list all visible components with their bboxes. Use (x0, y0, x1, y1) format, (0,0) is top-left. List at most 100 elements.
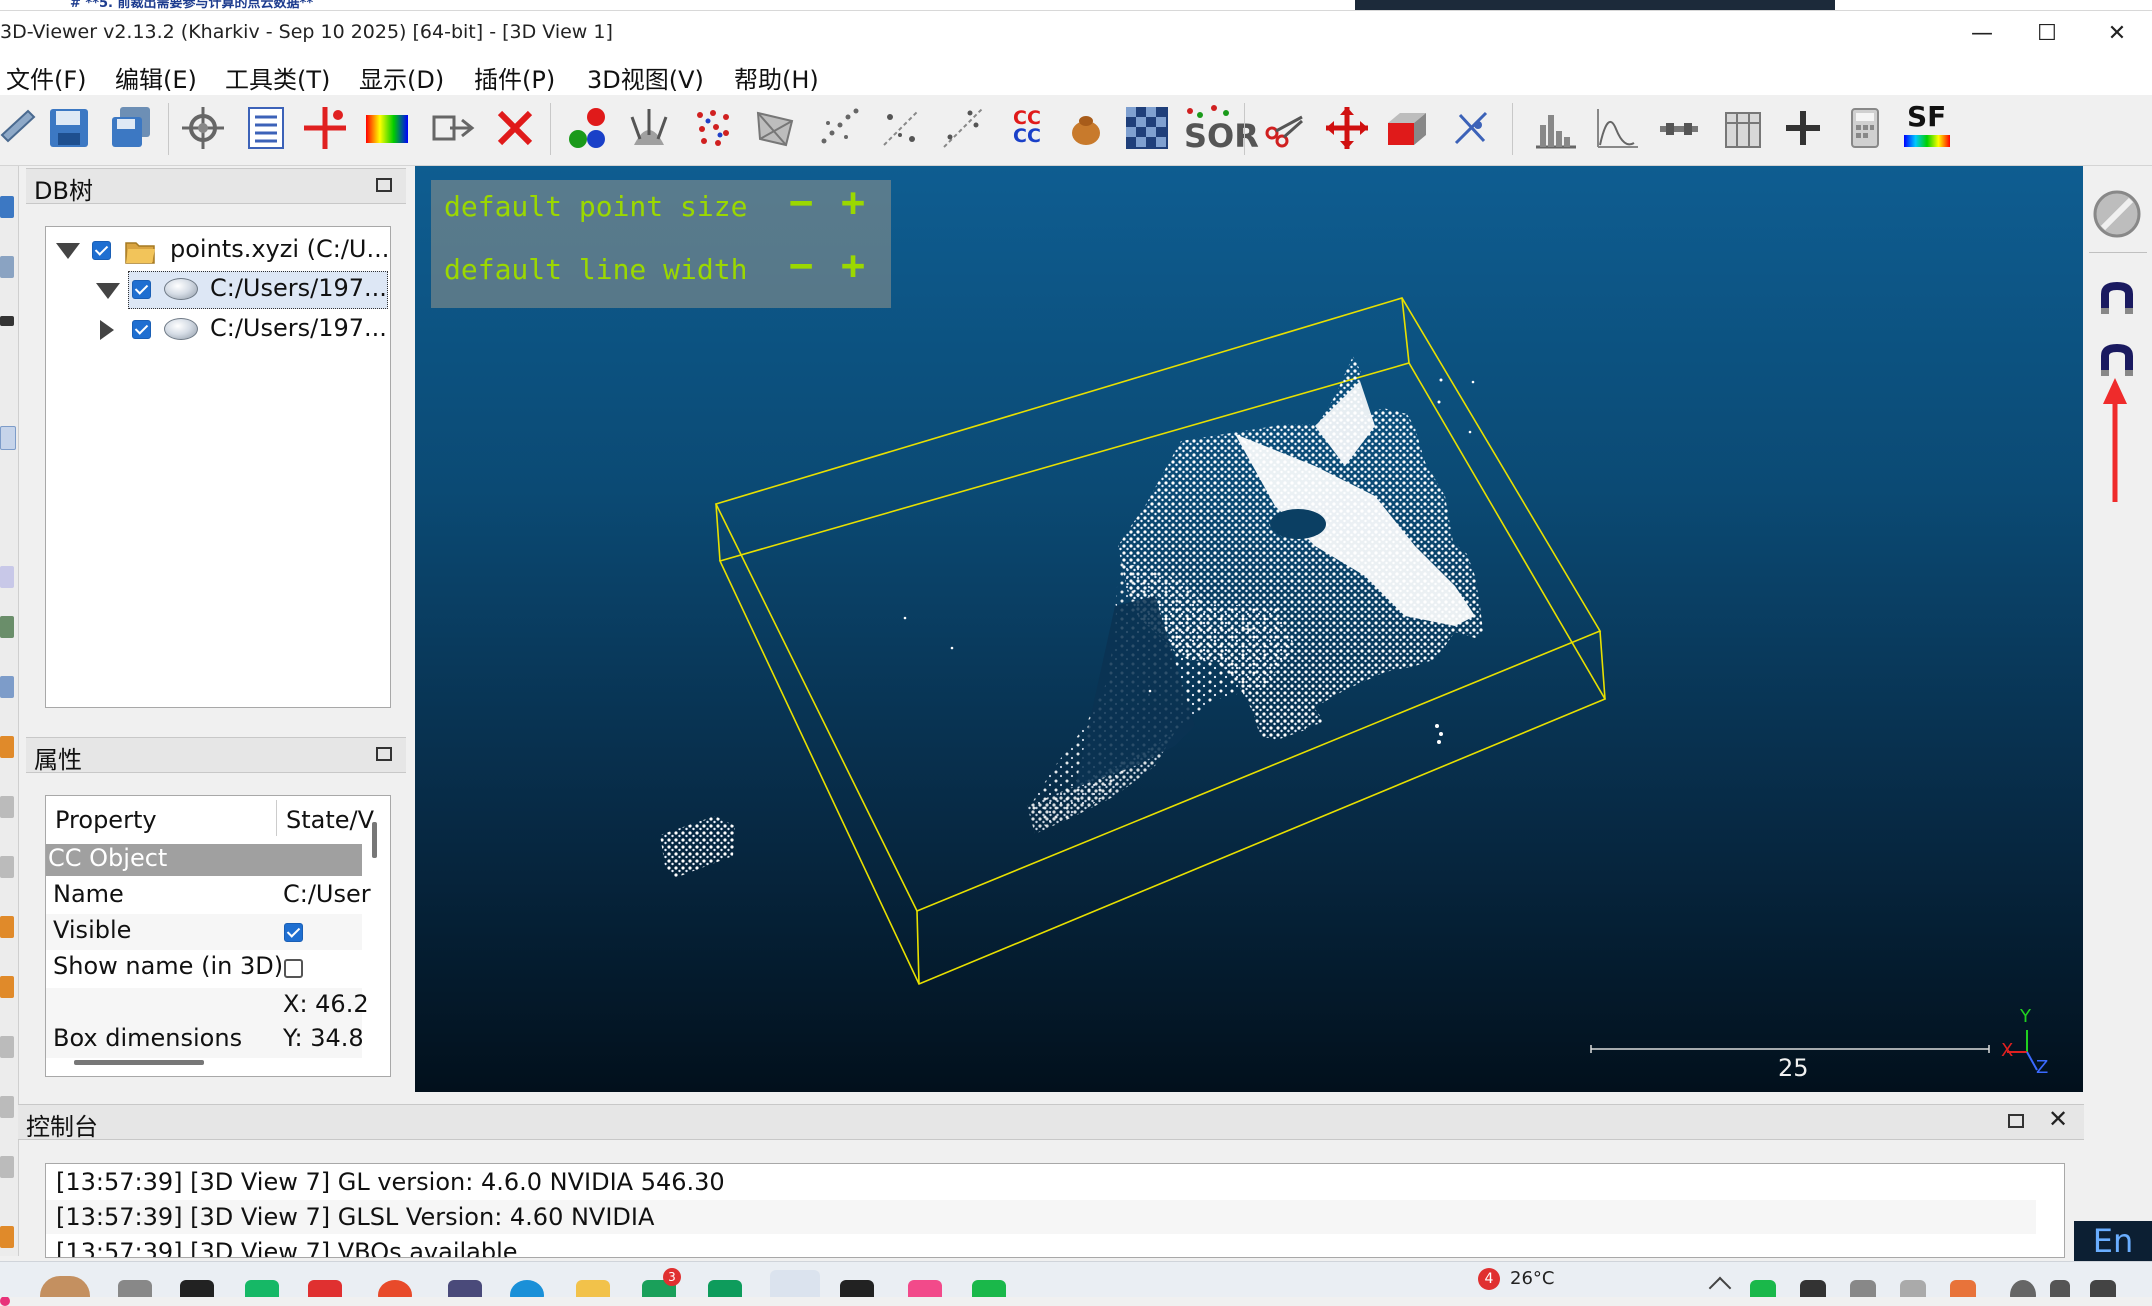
visibility-checkbox[interactable] (92, 241, 111, 260)
prop-name-value[interactable]: C:/User (283, 880, 371, 908)
taskbar-avatar[interactable] (40, 1276, 90, 1297)
delete-icon[interactable] (492, 105, 538, 151)
strip-perspective-icon[interactable] (0, 616, 14, 638)
tree-item-cloud-1[interactable]: C:/Users/197... (46, 271, 388, 309)
strip-top-view-icon[interactable] (0, 976, 14, 998)
strip-right-view-icon[interactable] (0, 916, 14, 938)
taskbar-wechat-icon[interactable] (972, 1280, 1006, 1297)
registration-icon[interactable] (1448, 105, 1494, 151)
magnet-icon[interactable] (2097, 342, 2137, 378)
prop-show-name-checkbox[interactable] (284, 959, 303, 978)
distance-icon[interactable] (878, 105, 924, 151)
line-width-increase-button[interactable]: + (841, 243, 865, 289)
close-button[interactable]: ✕ (2082, 11, 2152, 55)
strip-back-view-icon[interactable] (0, 796, 14, 818)
strip-zoom-icon[interactable] (0, 676, 14, 698)
strip-iso-view-icon[interactable] (0, 1096, 14, 1118)
strip-front-view-icon[interactable] (0, 736, 14, 758)
taskbar-app-icon[interactable] (180, 1280, 214, 1297)
filter-by-value-icon[interactable] (1656, 105, 1702, 151)
normals-icon[interactable] (626, 105, 672, 151)
taskbar-app-icon[interactable] (245, 1280, 279, 1297)
horizontal-scrollbar[interactable] (74, 1060, 204, 1065)
translate-icon[interactable] (1324, 105, 1370, 151)
strip-line-icon[interactable] (0, 316, 14, 326)
strip-bottom-view-icon[interactable] (0, 1036, 14, 1058)
vertical-scrollbar[interactable] (372, 822, 377, 858)
tray-app-icon[interactable] (1950, 1280, 1976, 1297)
menu-3d-view[interactable]: 3D视图(V) (587, 60, 704, 95)
taskbar-active-app[interactable] (770, 1270, 820, 1297)
taskbar-app-icon[interactable] (908, 1280, 942, 1297)
menu-edit[interactable]: 编辑(E) (115, 60, 197, 95)
minimize-button[interactable]: — (1947, 11, 2017, 55)
properties-float-icon[interactable] (376, 747, 392, 761)
sor-filter-icon[interactable]: SOR (1184, 103, 1259, 155)
color-scale-icon[interactable] (364, 105, 410, 151)
wifi-icon[interactable] (2010, 1280, 2036, 1297)
taskbar-app-icon[interactable] (118, 1280, 152, 1297)
point-size-increase-button[interactable]: + (841, 180, 865, 226)
taskbar-app-icon[interactable] (708, 1280, 742, 1297)
list-icon[interactable] (243, 105, 289, 151)
cloud-mesh-distance-icon[interactable] (940, 105, 986, 151)
prop-visible-checkbox[interactable] (284, 923, 303, 942)
disable-icon[interactable] (2091, 188, 2143, 240)
sf-colorscale-icon[interactable]: SF (1904, 103, 1952, 149)
strip-record-icon[interactable] (0, 1296, 10, 1306)
taskbar-edge-icon[interactable] (510, 1280, 544, 1297)
collapse-arrow-icon[interactable] (56, 243, 80, 259)
strip-camera-icon[interactable] (0, 256, 14, 278)
checkerboard-icon[interactable] (1124, 105, 1170, 151)
db-tree-float-icon[interactable] (376, 178, 392, 192)
tray-app-icon[interactable] (1800, 1280, 1826, 1297)
point-size-decrease-button[interactable]: − (789, 180, 813, 226)
strip-ortho-icon[interactable] (0, 566, 14, 588)
tray-expand-icon[interactable] (1708, 1276, 1732, 1297)
line-width-decrease-button[interactable]: − (789, 243, 813, 289)
taskbar-app-icon[interactable] (448, 1280, 482, 1297)
3d-view[interactable]: 25 Y X Z default point size − + default … (415, 166, 2083, 1092)
taskbar-folder-icon[interactable] (576, 1280, 610, 1297)
strip-view-icon[interactable] (0, 196, 14, 218)
segment-out-icon[interactable] (430, 105, 476, 151)
console-close-icon[interactable]: ✕ (2048, 1105, 2068, 1133)
open-icon[interactable] (0, 105, 46, 151)
ime-indicator[interactable]: En (2074, 1221, 2152, 1261)
merge-icon[interactable] (566, 105, 612, 151)
mesh-icon[interactable] (752, 105, 798, 151)
taskbar-browser-icon[interactable] (378, 1280, 412, 1297)
strip-selected-icon[interactable] (0, 426, 16, 450)
plugin-pot-icon[interactable] (1064, 105, 1110, 151)
taskbar-app-icon[interactable] (308, 1280, 342, 1297)
histogram-icon[interactable] (1532, 105, 1578, 151)
battery-icon[interactable] (2090, 1280, 2116, 1297)
expand-arrow-icon[interactable] (100, 320, 114, 340)
collapse-arrow-icon[interactable] (96, 283, 120, 299)
console-float-icon[interactable] (2008, 1114, 2024, 1128)
menu-plugins[interactable]: 插件(P) (474, 60, 555, 95)
tray-app-icon[interactable] (1900, 1280, 1926, 1297)
magnet-icon[interactable] (2097, 280, 2137, 316)
stat-test-icon[interactable] (1594, 105, 1640, 151)
taskbar-qq-icon[interactable] (840, 1280, 874, 1297)
visibility-checkbox[interactable] (132, 280, 151, 299)
strip-extra-icon[interactable] (0, 1226, 14, 1248)
maximize-button[interactable]: ☐ (2012, 11, 2082, 55)
volume-icon[interactable] (2050, 1280, 2070, 1297)
visibility-checkbox[interactable] (132, 320, 151, 339)
box-clip-icon[interactable] (1384, 105, 1430, 151)
pick-rotation-center-icon[interactable] (180, 105, 226, 151)
save-all-icon[interactable] (108, 105, 154, 151)
scissors-icon[interactable] (1262, 105, 1308, 151)
calculator-icon[interactable] (1842, 105, 1888, 151)
tree-item-root[interactable]: points.xyzi (C:/U... (46, 231, 389, 269)
add-sf-icon[interactable] (1780, 105, 1826, 151)
subsample-icon[interactable] (690, 105, 736, 151)
menu-file[interactable]: 文件(F) (6, 60, 87, 95)
tree-item-cloud-2[interactable]: C:/Users/197... (46, 311, 388, 349)
save-icon[interactable] (46, 105, 92, 151)
menu-help[interactable]: 帮助(H) (734, 60, 819, 95)
menu-display[interactable]: 显示(D) (359, 60, 444, 95)
weather-temperature[interactable]: 26°C (1510, 1268, 1554, 1289)
